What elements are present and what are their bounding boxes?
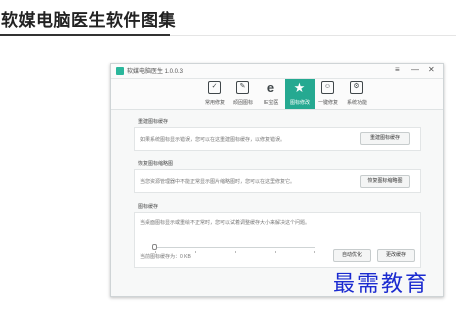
restore-thumbnail-panel: 恢复图标缩略图 当您资源管理器中不能正常显示图片缩略图时，您可以在这里修复它。 … [134, 161, 421, 193]
section-description: 当您资源管理器中不能正常显示图片缩略图时，您可以在这里修复它。 [140, 179, 296, 185]
section-title: 恢复图标缩略图 [138, 161, 174, 167]
pen-icon: ✎ [236, 81, 249, 94]
wrench-screen-icon: ✓ [208, 81, 221, 94]
auto-optimize-button[interactable]: 自动优化 [333, 249, 371, 262]
title-bar: 软媒电脑医生 1.0.0.3 ≡ — ✕ [111, 64, 443, 79]
app-logo-icon [116, 67, 124, 75]
star-icon: ★ [293, 80, 306, 95]
section-title: 重建图标缓存 [138, 119, 169, 125]
restore-thumbnail-button[interactable]: 恢复图标缩略图 [360, 175, 410, 188]
toolbar: ✓ 常用修复 ✎ 顽固图标 e IE宝医 ★ 图标修改 ☺ 一键修复 ⚙ 系统功… [111, 79, 443, 110]
slider-tick [235, 251, 236, 253]
heading-divider-accent [0, 34, 170, 36]
rebuild-cache-panel: 重建图标缓存 如果系统图标显示错误，您可以在这重建图标缓存，以修复错误。 重建图… [134, 119, 421, 151]
icon-cache-panel: 图标缓存 当桌面图标显示或重绘不正常时，您可以试着调整缓存大小来解决这个问题。 … [134, 204, 421, 268]
section-description: 当桌面图标显示或重绘不正常时，您可以试着调整缓存大小来解决这个问题。 [140, 220, 311, 226]
slider-tick [314, 251, 315, 253]
change-cache-button[interactable]: 更改缓存 [377, 249, 415, 262]
section-description: 如果系统图标显示错误，您可以在这重建图标缓存，以修复错误。 [140, 137, 286, 143]
app-window: 软媒电脑医生 1.0.0.3 ≡ — ✕ ✓ 常用修复 ✎ 顽固图标 e IE宝… [110, 63, 444, 297]
menu-icon[interactable]: ≡ [395, 65, 400, 75]
cache-size-label: 当前图标缓存为：0 KB [140, 254, 191, 260]
tab-label: 系统功能 [346, 100, 367, 106]
gear-screen-icon: ⚙ [350, 81, 363, 94]
ie-icon: e [266, 80, 275, 95]
tab-system-functions[interactable]: ⚙ 系统功能 [342, 79, 372, 109]
watermark-logo: 最需教育 [333, 272, 430, 297]
slider-tick [275, 251, 276, 253]
rebuild-cache-button[interactable]: 重建图标缓存 [360, 132, 410, 145]
slider-tick [195, 251, 196, 253]
section-title: 图标缓存 [138, 204, 159, 210]
minimize-icon[interactable]: — [411, 65, 419, 75]
close-icon[interactable]: ✕ [428, 65, 435, 75]
user-icon: ☺ [321, 81, 334, 94]
cache-size-slider[interactable] [152, 244, 157, 250]
cache-size-slider-track [155, 247, 315, 248]
page-title: 软媒电脑医生软件图集 [1, 11, 176, 31]
window-title: 软媒电脑医生 1.0.0.3 [127, 69, 184, 75]
